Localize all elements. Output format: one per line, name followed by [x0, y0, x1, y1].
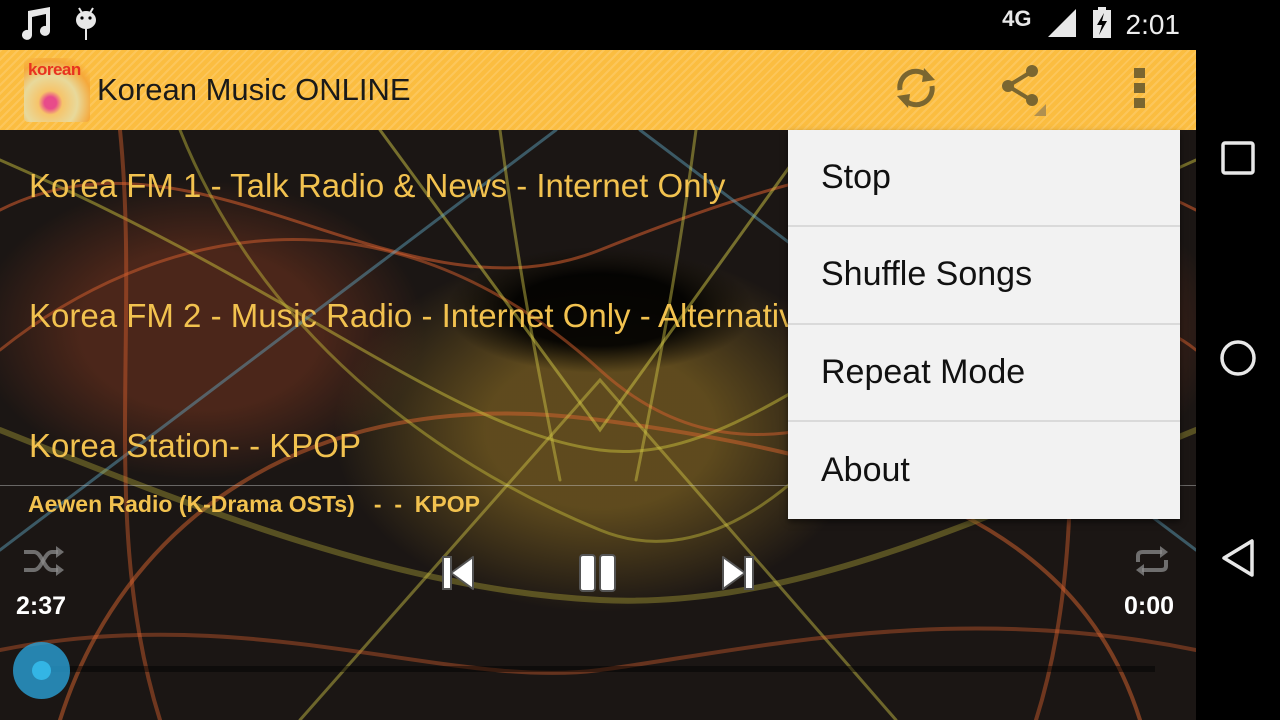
overflow-menu-button[interactable]: [1112, 62, 1168, 118]
total-duration: 0:00: [1124, 592, 1175, 620]
menu-item-repeat-mode[interactable]: Repeat Mode: [788, 325, 1180, 422]
share-icon: [996, 60, 1052, 121]
menu-item-shuffle-songs[interactable]: Shuffle Songs: [788, 227, 1180, 325]
next-button[interactable]: [718, 550, 758, 600]
device-screen: 4G 2:01 korean Korean Music ONLINE Korea…: [0, 0, 1280, 720]
shuffle-icon: [22, 544, 66, 583]
refresh-button[interactable]: [888, 62, 944, 118]
app-logo-text: korean: [28, 60, 81, 79]
navigation-bar: [1196, 0, 1280, 720]
more-vertical-icon: [1130, 66, 1150, 115]
android-debug-icon: [74, 6, 98, 47]
share-button[interactable]: [996, 62, 1052, 118]
menu-item-about[interactable]: About: [788, 422, 1180, 519]
app-logo[interactable]: korean: [24, 58, 90, 122]
repeat-button[interactable]: [1130, 543, 1174, 583]
refresh-icon: [892, 64, 940, 117]
seek-bar-thumb[interactable]: [13, 642, 70, 699]
app-title: Korean Music ONLINE: [97, 72, 411, 107]
back-button[interactable]: [1196, 518, 1280, 602]
elapsed-time: 2:37: [16, 592, 67, 620]
battery-charging-icon: [1092, 6, 1112, 44]
signal-icon: [1046, 7, 1078, 44]
recents-button[interactable]: [1196, 118, 1280, 202]
previous-button[interactable]: [438, 550, 478, 600]
overflow-menu: Stop Shuffle Songs Repeat Mode About: [788, 130, 1180, 519]
home-icon: [1219, 339, 1257, 382]
pause-button[interactable]: [575, 550, 621, 600]
music-note-icon: [20, 7, 52, 46]
now-playing-title: Aewen Radio (K-Drama OSTs) - - KPOP: [28, 491, 480, 517]
station-item[interactable]: Korea FM 2 - Music Radio - Internet Only…: [29, 297, 814, 335]
menu-item-stop[interactable]: Stop: [788, 130, 1180, 228]
pause-icon: [578, 553, 618, 598]
seek-bar-track[interactable]: [40, 666, 1155, 672]
recents-icon: [1221, 140, 1255, 180]
back-icon: [1220, 538, 1256, 583]
shuffle-button[interactable]: [20, 543, 68, 583]
station-item[interactable]: Korea FM 1 - Talk Radio & News - Interne…: [29, 167, 725, 205]
skip-next-icon: [721, 555, 755, 596]
home-button[interactable]: [1196, 318, 1280, 402]
status-bar: 4G 2:01: [0, 0, 1196, 50]
clock: 2:01: [1125, 9, 1181, 40]
repeat-icon: [1132, 544, 1172, 583]
network-type-label: 4G: [1002, 6, 1032, 31]
station-item[interactable]: Korea Station- - KPOP: [29, 427, 361, 465]
seek-bar-thumb-center: [32, 661, 51, 680]
skip-previous-icon: [441, 555, 475, 596]
action-bar: korean Korean Music ONLINE: [0, 50, 1196, 130]
